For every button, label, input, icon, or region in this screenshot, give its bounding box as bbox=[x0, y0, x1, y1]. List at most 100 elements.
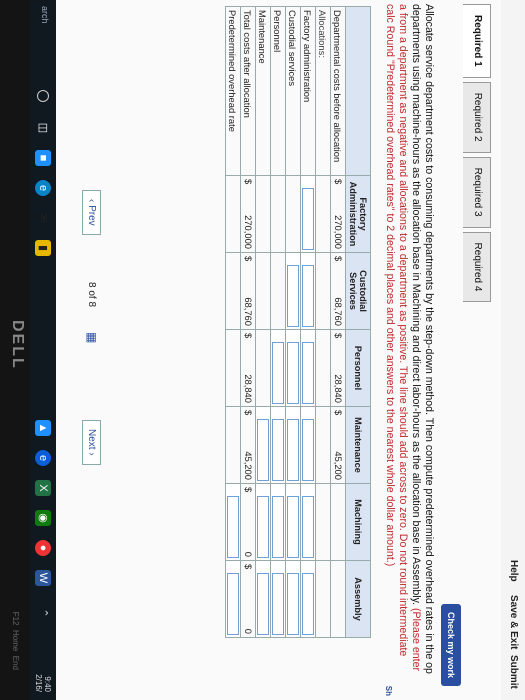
cell-after-assembly: $0 bbox=[240, 560, 256, 638]
top-bar: Help Save & Exit Submit bbox=[500, 0, 525, 700]
clock-time: 9:40 bbox=[43, 676, 52, 692]
tab-required-4[interactable]: Required 4 bbox=[463, 231, 491, 303]
input-cell[interactable] bbox=[300, 329, 316, 407]
header-maintenance: Maintenance bbox=[345, 406, 371, 484]
input-box[interactable] bbox=[287, 265, 299, 327]
ie-icon[interactable]: e bbox=[35, 450, 51, 466]
input-cell[interactable] bbox=[255, 560, 271, 638]
input-cell[interactable] bbox=[285, 560, 301, 638]
input-box[interactable] bbox=[302, 419, 314, 481]
excel-icon[interactable]: X bbox=[35, 480, 51, 496]
check-my-work-button[interactable]: Check my work bbox=[441, 603, 461, 686]
empty-cell bbox=[225, 406, 241, 484]
input-box[interactable] bbox=[227, 496, 239, 558]
tab-required-1[interactable]: Required 1 bbox=[463, 4, 491, 78]
tab-required-3[interactable]: Required 3 bbox=[463, 156, 491, 228]
input-box[interactable] bbox=[257, 419, 269, 481]
input-cell[interactable] bbox=[300, 483, 316, 561]
store-icon[interactable]: ■ bbox=[35, 150, 51, 166]
input-cell[interactable] bbox=[285, 252, 301, 330]
page-total: 8 bbox=[86, 301, 97, 308]
input-box[interactable] bbox=[287, 419, 299, 481]
input-box[interactable] bbox=[302, 188, 314, 250]
input-cell[interactable] bbox=[225, 560, 241, 638]
cell-before-factory: $270,000 bbox=[330, 175, 346, 253]
chrome-icon[interactable]: ● bbox=[35, 540, 51, 556]
input-box[interactable] bbox=[227, 573, 239, 635]
next-button[interactable]: Next › bbox=[82, 420, 101, 465]
prev-button[interactable]: ‹ Prev bbox=[82, 190, 101, 235]
show-work-link[interactable]: Sh bbox=[384, 686, 393, 696]
input-box[interactable] bbox=[257, 496, 269, 558]
system-tray-icons[interactable]: ⌃ bbox=[35, 605, 51, 621]
empty-cell bbox=[315, 329, 331, 407]
taskbar-clock[interactable]: 9:40 2/16/ bbox=[34, 674, 52, 692]
task-view-icon[interactable]: ◫ bbox=[35, 120, 51, 136]
header-assembly: Assembly bbox=[345, 560, 371, 638]
value: 68,760 bbox=[243, 297, 254, 326]
key-label: End bbox=[11, 655, 20, 670]
empty-cell bbox=[255, 329, 271, 407]
submit-link[interactable]: Submit bbox=[508, 655, 519, 689]
empty-cell bbox=[225, 175, 241, 253]
cortana-icon[interactable] bbox=[37, 90, 49, 102]
input-cell[interactable] bbox=[255, 406, 271, 484]
save-exit-link[interactable]: Save & Exit bbox=[508, 595, 519, 649]
cell-after-personnel: $28,840 bbox=[240, 329, 256, 407]
page-of: of bbox=[86, 290, 97, 299]
requirement-tabs: Required 1 Required 2 Required 3 Require… bbox=[463, 0, 491, 303]
input-box[interactable] bbox=[257, 573, 269, 635]
input-box[interactable] bbox=[272, 573, 284, 635]
empty-cell bbox=[255, 175, 271, 253]
word-icon[interactable]: W bbox=[35, 570, 51, 586]
value: 0 bbox=[243, 628, 254, 634]
input-box[interactable] bbox=[287, 342, 299, 404]
prev-label: Prev bbox=[86, 205, 97, 226]
photos-icon[interactable]: ▲ bbox=[35, 420, 51, 436]
row-label: Predetermined overhead rate bbox=[225, 6, 241, 176]
key-label: Home bbox=[11, 629, 20, 652]
input-box[interactable] bbox=[302, 342, 314, 404]
input-box[interactable] bbox=[302, 573, 314, 635]
empty-cell bbox=[270, 252, 286, 330]
edge-icon[interactable]: e bbox=[35, 180, 51, 196]
header-machining: Machining bbox=[345, 483, 371, 561]
cell-after-maintenance: $45,200 bbox=[240, 406, 256, 484]
input-cell[interactable] bbox=[285, 406, 301, 484]
input-cell[interactable] bbox=[270, 329, 286, 407]
keyboard-keys: F12 Home End bbox=[11, 612, 20, 670]
value: 270,000 bbox=[243, 215, 254, 249]
file-explorer-icon[interactable]: ▮ bbox=[35, 240, 51, 256]
input-box[interactable] bbox=[272, 342, 284, 404]
mail-icon[interactable]: ✉ bbox=[35, 210, 51, 226]
help-link[interactable]: Help bbox=[508, 560, 519, 582]
row-label: Custodial services bbox=[285, 6, 301, 176]
input-cell[interactable] bbox=[270, 406, 286, 484]
table-row-custodial: Custodial services bbox=[285, 6, 301, 638]
tab-required-2[interactable]: Required 2 bbox=[463, 81, 491, 153]
cell-before-personnel: $28,840 bbox=[330, 329, 346, 407]
input-cell[interactable] bbox=[285, 329, 301, 407]
input-box[interactable] bbox=[302, 496, 314, 558]
input-cell[interactable] bbox=[300, 175, 316, 253]
laptop-bezel: DELL F12 Home End bbox=[0, 0, 30, 700]
input-cell[interactable] bbox=[300, 406, 316, 484]
xbox-icon[interactable]: ◉ bbox=[35, 510, 51, 526]
input-cell[interactable] bbox=[270, 483, 286, 561]
taskbar-search[interactable]: arch bbox=[40, 6, 50, 24]
input-box[interactable] bbox=[287, 573, 299, 635]
input-cell[interactable] bbox=[300, 252, 316, 330]
currency-sign: $ bbox=[243, 256, 254, 262]
input-cell[interactable] bbox=[285, 483, 301, 561]
input-box[interactable] bbox=[302, 265, 314, 327]
header-blank bbox=[345, 6, 371, 176]
input-cell[interactable] bbox=[270, 560, 286, 638]
input-cell[interactable] bbox=[255, 483, 271, 561]
input-box[interactable] bbox=[272, 496, 284, 558]
input-box[interactable] bbox=[272, 419, 284, 481]
input-cell[interactable] bbox=[300, 560, 316, 638]
input-box[interactable] bbox=[287, 496, 299, 558]
header-factory-admin: Factory Administration bbox=[345, 175, 371, 253]
grid-icon[interactable]: ▦ bbox=[85, 332, 99, 343]
input-cell[interactable] bbox=[225, 483, 241, 561]
